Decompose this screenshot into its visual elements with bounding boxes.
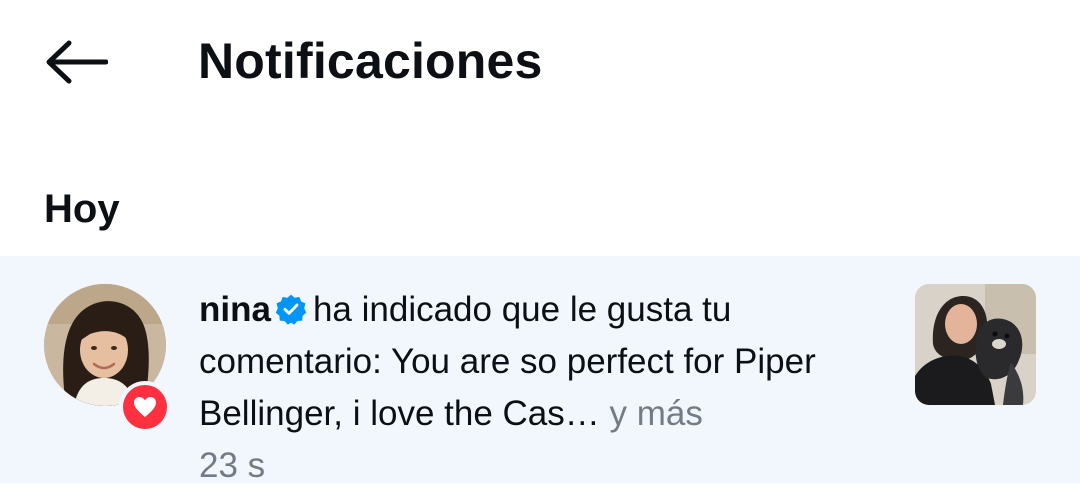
verified-badge-icon: [275, 294, 307, 325]
notification-text: nina ha indicado que le gusta tu comenta…: [199, 284, 859, 492]
notification-item[interactable]: nina ha indicado que le gusta tu comenta…: [0, 256, 1080, 485]
post-thumbnail[interactable]: [915, 284, 1036, 405]
heart-icon: [134, 397, 156, 417]
username[interactable]: nina: [199, 290, 271, 329]
more-link[interactable]: y más: [610, 394, 703, 433]
thumbnail-image: [915, 284, 1036, 405]
like-badge: [119, 381, 171, 433]
arrow-left-icon: [46, 40, 108, 84]
back-button[interactable]: [40, 32, 112, 92]
section-heading-today: Hoy: [44, 187, 120, 231]
timestamp: 23 s: [199, 446, 266, 485]
page-title: Notificaciones: [198, 33, 543, 89]
top-bar: Notificaciones: [0, 0, 1080, 122]
avatar-container[interactable]: [44, 284, 171, 433]
